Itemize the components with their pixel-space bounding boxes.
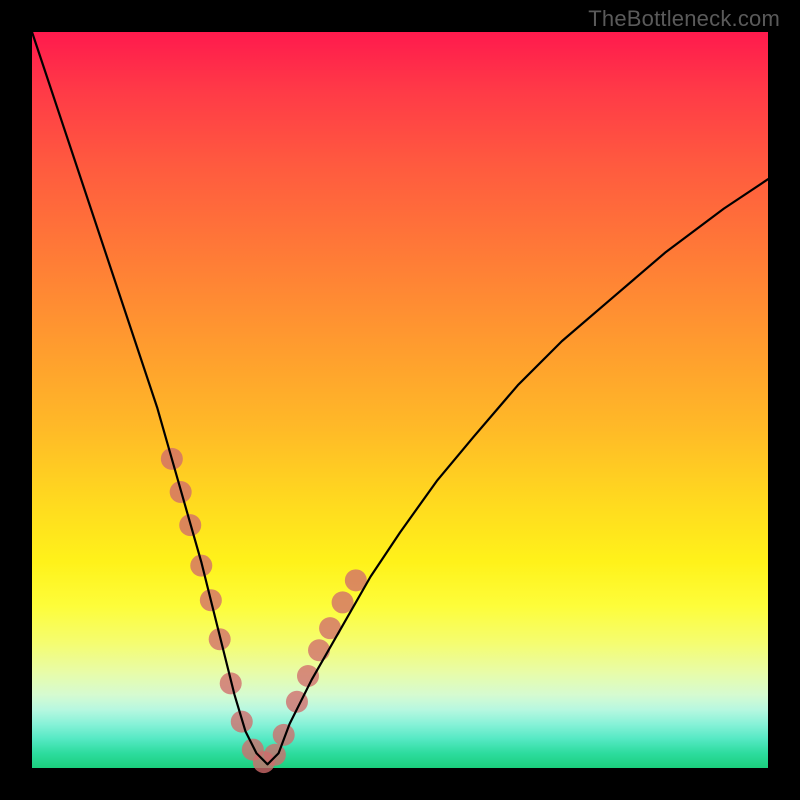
marker-dot	[297, 665, 319, 687]
chart-frame: TheBottleneck.com	[0, 0, 800, 800]
marker-dot	[308, 639, 330, 661]
watermark-text: TheBottleneck.com	[588, 6, 780, 32]
marker-dots	[161, 448, 367, 773]
plot-area	[32, 32, 768, 768]
curve-layer	[32, 32, 768, 768]
bottleneck-curve	[32, 32, 768, 764]
